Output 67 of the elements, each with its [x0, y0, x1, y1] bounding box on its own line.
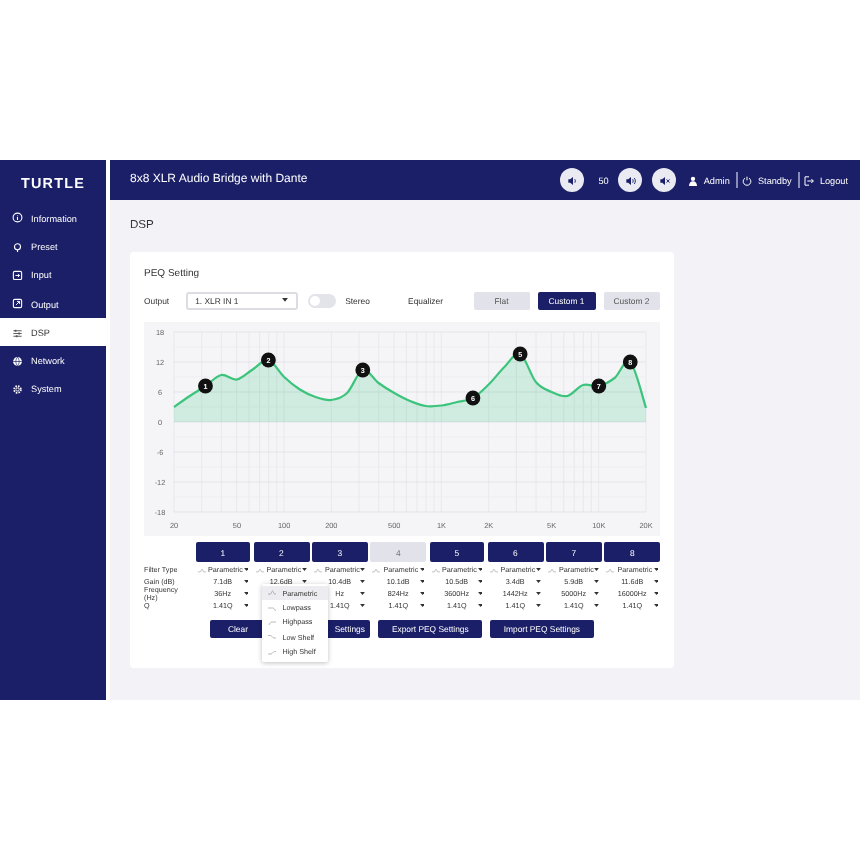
band-marker[interactable] — [622, 354, 638, 370]
band-marker[interactable] — [591, 378, 607, 394]
caret-icon — [419, 568, 424, 572]
gear-icon — [12, 384, 23, 396]
caret-icon — [594, 568, 600, 572]
volume-up-button[interactable] — [618, 168, 643, 192]
highpass-curve-icon — [267, 619, 277, 626]
caret-icon — [360, 592, 366, 596]
caret-icon — [653, 604, 658, 608]
caret-icon — [594, 604, 600, 608]
caret-icon — [594, 580, 600, 584]
bell-curve-icon — [267, 590, 277, 597]
high-shelf-curve-icon — [267, 649, 277, 656]
band-marker[interactable] — [198, 378, 213, 394]
band-marker[interactable] — [261, 352, 276, 368]
pin-icon — [12, 241, 23, 253]
caret-icon — [536, 592, 541, 596]
lowpass-curve-icon — [267, 605, 277, 612]
caret-icon — [536, 568, 541, 572]
bell-curve-icon — [255, 567, 264, 573]
bell-curve-icon — [606, 567, 615, 573]
caret-icon — [243, 604, 249, 608]
bell-curve-icon — [489, 567, 498, 573]
caret-icon — [419, 592, 424, 596]
volume-down-button[interactable] — [560, 168, 585, 192]
logout-icon — [804, 175, 815, 185]
caret-icon — [536, 604, 541, 608]
speaker-icon — [623, 173, 638, 187]
bell-curve-icon — [372, 567, 381, 573]
caret-icon — [243, 592, 249, 596]
stereo-toggle[interactable] — [307, 294, 336, 308]
caret-icon — [594, 592, 600, 596]
caret-icon — [653, 568, 658, 572]
caret-icon — [477, 592, 483, 596]
info-icon — [12, 212, 23, 224]
band-marker[interactable] — [355, 362, 371, 378]
caret-icon — [360, 568, 366, 572]
caret-icon — [419, 604, 424, 608]
caret-icon — [477, 580, 483, 584]
bell-curve-icon — [314, 567, 322, 573]
caret-icon — [477, 568, 483, 572]
power-icon — [742, 175, 753, 185]
caret-icon — [419, 580, 424, 584]
mute-icon — [657, 173, 672, 187]
caret-icon — [281, 298, 288, 304]
bell-curve-icon — [548, 567, 556, 573]
bell-curve-icon — [197, 567, 205, 573]
output-icon — [12, 298, 23, 310]
caret-icon — [477, 604, 483, 608]
caret-icon — [243, 568, 249, 572]
caret-icon — [243, 580, 249, 584]
mute-button[interactable] — [652, 168, 677, 192]
caret-icon — [302, 568, 307, 572]
caret-icon — [360, 604, 366, 608]
bell-curve-icon — [431, 567, 439, 573]
caret-icon — [653, 592, 658, 596]
globe-icon — [12, 355, 23, 367]
caret-icon — [360, 580, 366, 584]
band-marker[interactable] — [465, 390, 481, 406]
low-shelf-curve-icon — [267, 634, 277, 641]
caret-icon — [536, 580, 541, 584]
speaker-icon — [565, 173, 580, 187]
caret-icon — [653, 580, 658, 584]
user-icon — [688, 175, 699, 185]
sliders-icon — [12, 327, 23, 339]
input-icon — [12, 269, 23, 281]
band-marker[interactable] — [512, 346, 528, 362]
